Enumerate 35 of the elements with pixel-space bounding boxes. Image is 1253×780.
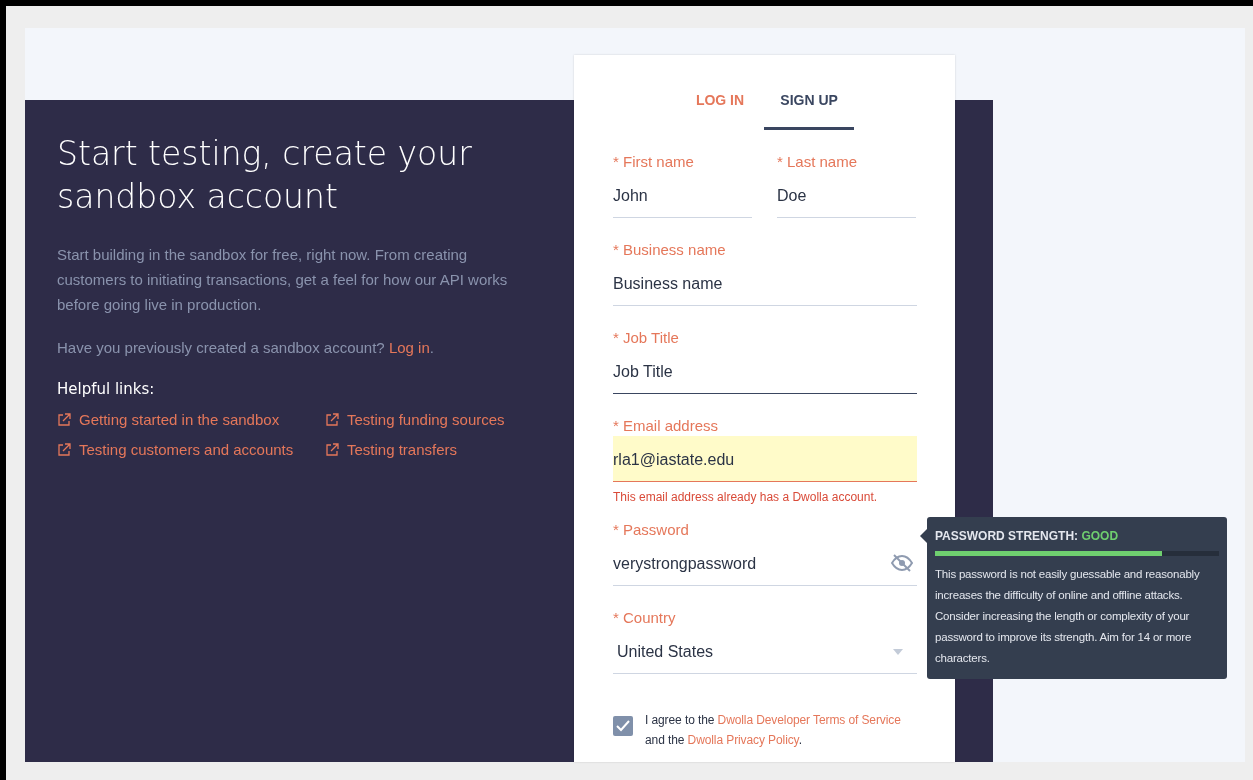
hide-password-icon[interactable] <box>891 554 913 572</box>
error-message: This email address already has a Dwolla account. <box>613 489 879 506</box>
helpful-link[interactable]: Testing transfers <box>325 439 545 462</box>
input-field[interactable]: rla1@iastate.edu <box>613 436 917 482</box>
input-field[interactable]: Business name <box>613 260 917 306</box>
caret-icon <box>893 649 903 655</box>
field-label: * Business name <box>613 240 727 260</box>
links-heading: Helpful links: <box>57 379 156 400</box>
field-label: * Last name <box>777 152 859 172</box>
login-prompt: Have you previously created a sandbox account? Log in. <box>57 338 435 358</box>
country-select[interactable]: United States <box>613 628 917 674</box>
strength-title: PASSWORD STRENGTH: GOOD <box>935 528 1120 545</box>
field-label: * First name <box>613 152 695 172</box>
field-label: * Job Title <box>613 328 680 348</box>
input-field[interactable]: Doe <box>777 172 916 218</box>
field-label: * Password <box>613 520 690 540</box>
page-heading: Start testing, create your sandbox account <box>57 133 473 218</box>
external-link-icon <box>57 412 71 427</box>
input-field[interactable]: John <box>613 172 752 218</box>
field-label: * Email address <box>613 416 720 436</box>
intro-paragraph: Start building in the sandbox for free, right now. From creating customers to initiating transactions, get a feel for how our API works before going live in production. <box>57 245 509 315</box>
input-field[interactable]: Job Title <box>613 348 917 394</box>
login-link[interactable]: Log in <box>388 339 430 356</box>
strength-description: This password is not easily guessable and reasonably increases the difficulty of online and offline attacks. Consider increasing the length or complexity of your password to improve its strength. Aim for 14 or more characters. <box>935 567 1201 666</box>
helpful-link[interactable]: Testing funding sources <box>325 408 545 431</box>
external-link-icon <box>325 443 339 458</box>
external-link-icon <box>325 412 339 427</box>
external-link-icon <box>57 443 71 458</box>
helpful-link[interactable]: Testing customers and accounts <box>57 439 325 462</box>
agreement-text: I agree to the Dwolla Developer Terms of Service and the Dwolla Privacy Policy. <box>645 712 901 749</box>
field-label: * Country <box>613 608 677 628</box>
tab[interactable]: SIGN UP <box>764 82 855 130</box>
agree-checkbox[interactable] <box>613 716 633 736</box>
input-field[interactable]: verystrongpassword <box>613 540 917 586</box>
helpful-link[interactable]: Getting started in the sandbox <box>57 408 325 431</box>
